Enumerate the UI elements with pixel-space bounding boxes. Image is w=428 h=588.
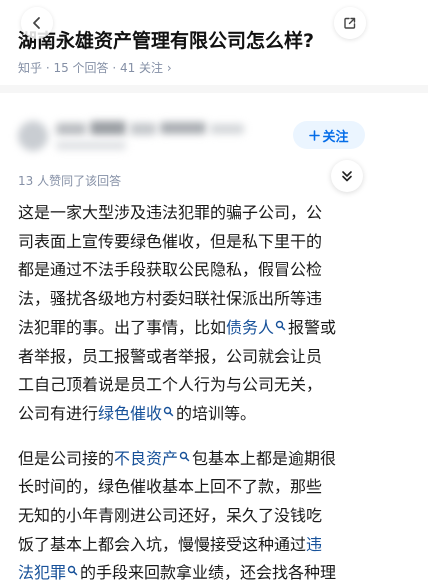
collapse-icon — [342, 171, 352, 182]
text-line: 这是一家大型涉及违法犯罪的骗子公司，公 — [18, 203, 323, 222]
text-line: 但是公司接的不良资产 包基本上都是逾期很 — [18, 449, 336, 468]
like-count: 13 人赞同了该回答 — [18, 174, 122, 188]
text-line: 饭了基本上都会入坑，慢慢接受这种通过违 — [18, 535, 322, 554]
text-line: 无知的小年青刚进公司还好，呆久了没钱吃 — [18, 506, 323, 526]
text-line: 长时间的，绿色催收基本上回不了款，那些 — [18, 477, 323, 497]
search-mark-icon[interactable] — [275, 320, 286, 331]
text-line: 公司有进行绿色催收 的培训等。 — [18, 404, 256, 423]
text-segment: 法犯罪的事。出了事情，比如 — [18, 317, 227, 337]
text-segment: 报警或 — [288, 317, 337, 337]
follow-button[interactable]: 关注 — [293, 121, 365, 149]
text-line: 法犯罪 的手段来回款拿业绩，还会找各种理 — [18, 563, 336, 582]
answer-content: 这是一家大型涉及违法犯罪的骗子公司，公 司表面上宣传要绿色催收，但是私下里干的 … — [18, 199, 418, 588]
text-segment: 的手段来回款拿业绩，还会找各种理 — [80, 563, 337, 583]
search-mark-icon[interactable] — [163, 406, 174, 417]
text-segment: 的培训等。 — [176, 403, 257, 423]
text-line: 法犯罪的事。出了事情，比如债务人 报警或 — [18, 318, 336, 337]
keyword-link-crime-start[interactable]: 违 — [306, 535, 322, 554]
section-divider — [0, 85, 428, 93]
share-icon — [344, 17, 356, 29]
author-info-blurred — [18, 117, 268, 155]
plus-icon — [309, 129, 321, 141]
text-line: 司表面上宣传要绿色催收，但是私下里干的 — [18, 231, 323, 251]
share-button[interactable] — [334, 7, 366, 39]
keyword-link-bad-assets[interactable]: 不良资产 — [114, 449, 178, 468]
follow-label: 关注 — [322, 129, 349, 145]
text-line: 都是通过不法手段获取公民隐私，假冒公检 — [18, 260, 323, 280]
keyword-link-green-collection[interactable]: 绿色催收 — [98, 404, 162, 423]
text-segment: 公司有进行 — [18, 403, 99, 423]
back-button[interactable] — [21, 7, 53, 39]
answer-paragraph-2: 但是公司接的不良资产 包基本上都是逾期很 长时间的，绿色催收基本上回不了款，那些 … — [18, 445, 418, 588]
collapse-button[interactable] — [331, 160, 363, 192]
text-line: 工自己顶着说是员工个人行为与公司无关， — [18, 375, 323, 395]
text-segment: 饭了基本上都会入坑，慢慢接受这种通过 — [18, 534, 307, 554]
text-line: 者举报，员工报警或者举报，公司就会让员 — [18, 346, 323, 366]
answer-paragraph-1: 这是一家大型涉及违法犯罪的骗子公司，公 司表面上宣传要绿色催收，但是私下里干的 … — [18, 199, 418, 429]
search-mark-icon[interactable] — [179, 451, 190, 462]
text-segment: 包基本上都是逾期很 — [192, 448, 337, 468]
question-meta[interactable]: 知乎 · 15 个回答 · 41 关注 › — [18, 59, 172, 76]
keyword-link-debtor[interactable]: 债务人 — [226, 318, 274, 337]
search-mark-icon[interactable] — [67, 565, 78, 576]
text-segment: 但是公司接的 — [18, 448, 115, 468]
back-arrow-icon — [33, 17, 40, 29]
keyword-link-crime-end[interactable]: 法犯罪 — [18, 563, 66, 582]
text-line: 法，骚扰各级地方村委妇联社保派出所等违 — [18, 289, 323, 309]
